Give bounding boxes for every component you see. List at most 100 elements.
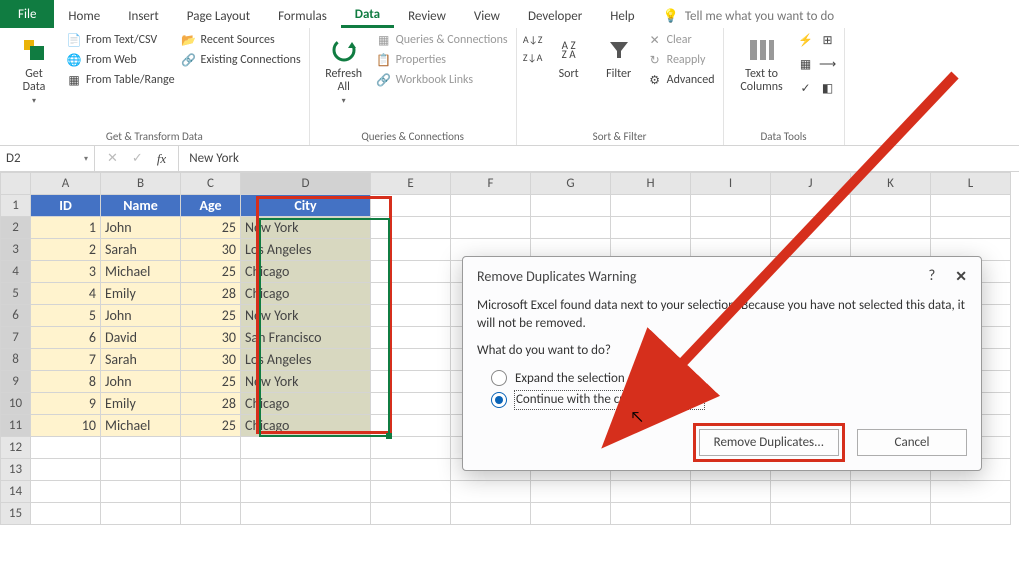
cell[interactable] [371, 239, 451, 261]
row-header-9[interactable]: 9 [1, 371, 31, 393]
relationships-button[interactable]: ⟶ [820, 56, 836, 72]
cell[interactable] [371, 349, 451, 371]
table-cell[interactable]: 28 [181, 393, 241, 415]
cell[interactable] [371, 283, 451, 305]
table-header[interactable]: Age [181, 195, 241, 217]
table-cell[interactable]: 28 [181, 283, 241, 305]
table-cell[interactable]: Chicago [241, 393, 371, 415]
row-header-12[interactable]: 12 [1, 437, 31, 459]
table-cell[interactable]: Chicago [241, 283, 371, 305]
col-header-G[interactable]: G [531, 173, 611, 195]
remove-duplicates-button[interactable]: Remove Duplicates... [699, 429, 839, 456]
properties-button[interactable]: 📋Properties [376, 52, 508, 68]
cell[interactable] [931, 217, 1011, 239]
cell[interactable] [31, 503, 101, 525]
cell[interactable] [771, 217, 851, 239]
cell[interactable] [371, 415, 451, 437]
cell[interactable] [371, 437, 451, 459]
cancel-icon[interactable]: ✕ [107, 151, 118, 166]
reapply-button[interactable]: ↻Reapply [647, 52, 715, 68]
close-button[interactable]: ✕ [955, 268, 967, 285]
cell[interactable] [181, 459, 241, 481]
cell[interactable] [371, 217, 451, 239]
cell[interactable] [771, 195, 851, 217]
table-cell[interactable]: 4 [31, 283, 101, 305]
fx-icon[interactable]: fx [157, 151, 166, 167]
col-header-L[interactable]: L [931, 173, 1011, 195]
cell[interactable] [241, 481, 371, 503]
advanced-button[interactable]: ⚙Advanced [647, 72, 715, 88]
cell[interactable] [531, 481, 611, 503]
row-header-6[interactable]: 6 [1, 305, 31, 327]
remove-duplicates-ribbon-button[interactable]: ▦ [798, 56, 814, 72]
cell[interactable] [101, 481, 181, 503]
cell[interactable] [371, 195, 451, 217]
table-cell[interactable]: 3 [31, 261, 101, 283]
cell[interactable] [101, 503, 181, 525]
table-cell[interactable]: 5 [31, 305, 101, 327]
radio-expand-selection[interactable]: Expand the selection [491, 370, 967, 388]
cell[interactable] [101, 459, 181, 481]
text-to-columns-button[interactable]: Text to Columns [732, 32, 792, 96]
cell[interactable] [691, 503, 771, 525]
col-header-K[interactable]: K [851, 173, 931, 195]
cell[interactable] [691, 217, 771, 239]
table-cell[interactable]: 30 [181, 327, 241, 349]
cancel-button[interactable]: Cancel [857, 429, 967, 456]
sort-button[interactable]: A ZZ A Sort [547, 32, 591, 83]
row-header-10[interactable]: 10 [1, 393, 31, 415]
cell[interactable] [931, 503, 1011, 525]
cell[interactable] [691, 481, 771, 503]
table-cell[interactable]: Chicago [241, 415, 371, 437]
tab-page-layout[interactable]: Page Layout [173, 0, 264, 28]
sort-za-button[interactable]: Z↓A [525, 50, 541, 66]
cell[interactable] [371, 481, 451, 503]
table-cell[interactable]: San Francisco [241, 327, 371, 349]
formula-input[interactable]: New York [179, 146, 1019, 171]
cell[interactable] [241, 437, 371, 459]
table-cell[interactable]: New York [241, 217, 371, 239]
recent-sources-button[interactable]: 📂Recent Sources [181, 32, 301, 48]
row-header-14[interactable]: 14 [1, 481, 31, 503]
get-data-button[interactable]: Get Data ▾ [8, 32, 60, 110]
cell[interactable] [851, 481, 931, 503]
from-table-range-button[interactable]: ▦From Table/Range [66, 72, 175, 88]
table-cell[interactable]: 25 [181, 261, 241, 283]
tab-help[interactable]: Help [596, 0, 648, 28]
tab-view[interactable]: View [460, 0, 514, 28]
table-cell[interactable]: Emily [101, 283, 181, 305]
table-cell[interactable]: Michael [101, 415, 181, 437]
tab-file[interactable]: File [0, 0, 54, 28]
workbook-links-button[interactable]: 🔗Workbook Links [376, 72, 508, 88]
cell[interactable] [851, 503, 931, 525]
cell[interactable] [181, 437, 241, 459]
cell[interactable] [181, 481, 241, 503]
tab-review[interactable]: Review [394, 0, 460, 28]
cell[interactable] [101, 437, 181, 459]
cell[interactable] [771, 481, 851, 503]
table-cell[interactable]: 25 [181, 415, 241, 437]
tab-data[interactable]: Data [341, 0, 394, 28]
enter-icon[interactable]: ✓ [132, 151, 143, 166]
table-cell[interactable]: 10 [31, 415, 101, 437]
row-header-1[interactable]: 1 [1, 195, 31, 217]
cell[interactable] [611, 217, 691, 239]
table-cell[interactable]: 8 [31, 371, 101, 393]
row-header-13[interactable]: 13 [1, 459, 31, 481]
table-cell[interactable]: 9 [31, 393, 101, 415]
cell[interactable] [691, 195, 771, 217]
table-cell[interactable]: New York [241, 305, 371, 327]
table-cell[interactable]: 25 [181, 305, 241, 327]
cell[interactable] [371, 503, 451, 525]
table-cell[interactable]: Michael [101, 261, 181, 283]
table-cell[interactable]: John [101, 305, 181, 327]
select-all-corner[interactable] [1, 173, 31, 195]
col-header-J[interactable]: J [771, 173, 851, 195]
table-cell[interactable]: 25 [181, 371, 241, 393]
data-validation-button[interactable]: ✓ [798, 80, 814, 96]
row-header-7[interactable]: 7 [1, 327, 31, 349]
consolidate-button[interactable]: ⊞ [820, 32, 836, 48]
table-header[interactable]: City [241, 195, 371, 217]
table-cell[interactable]: 6 [31, 327, 101, 349]
table-cell[interactable]: Sarah [101, 239, 181, 261]
